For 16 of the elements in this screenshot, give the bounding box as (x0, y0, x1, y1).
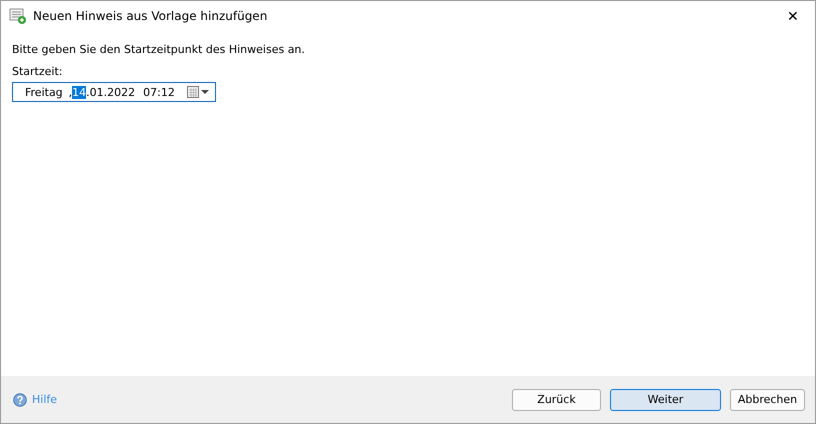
date-segment[interactable]: .01.2022 (86, 86, 136, 98)
dialog-button[interactable]: Abbrechen (730, 388, 805, 410)
date-segment[interactable]: 07:12 (143, 86, 175, 98)
window-title: Neuen Hinweis aus Vorlage hinzufügen (33, 9, 268, 23)
date-segment[interactable]: Freitag (25, 86, 63, 98)
dialog-button[interactable]: Zurück (512, 388, 601, 410)
dialog-button[interactable]: Weiter (610, 388, 721, 410)
date-segment[interactable]: , (68, 86, 72, 98)
note-add-icon (9, 7, 27, 25)
date-segment[interactable]: 14 (72, 86, 86, 98)
calendar-dropdown-icon[interactable] (187, 86, 211, 98)
field-label: Startzeit: (12, 65, 62, 78)
help-icon (13, 392, 27, 406)
instruction-text: Bitte geben Sie den Startzeitpunkt des Hinweises an. (12, 43, 305, 56)
close-button[interactable]: ✕ (771, 1, 815, 31)
date-time-field[interactable]: Freitag ,14.01.2022 07:12 (12, 82, 216, 102)
